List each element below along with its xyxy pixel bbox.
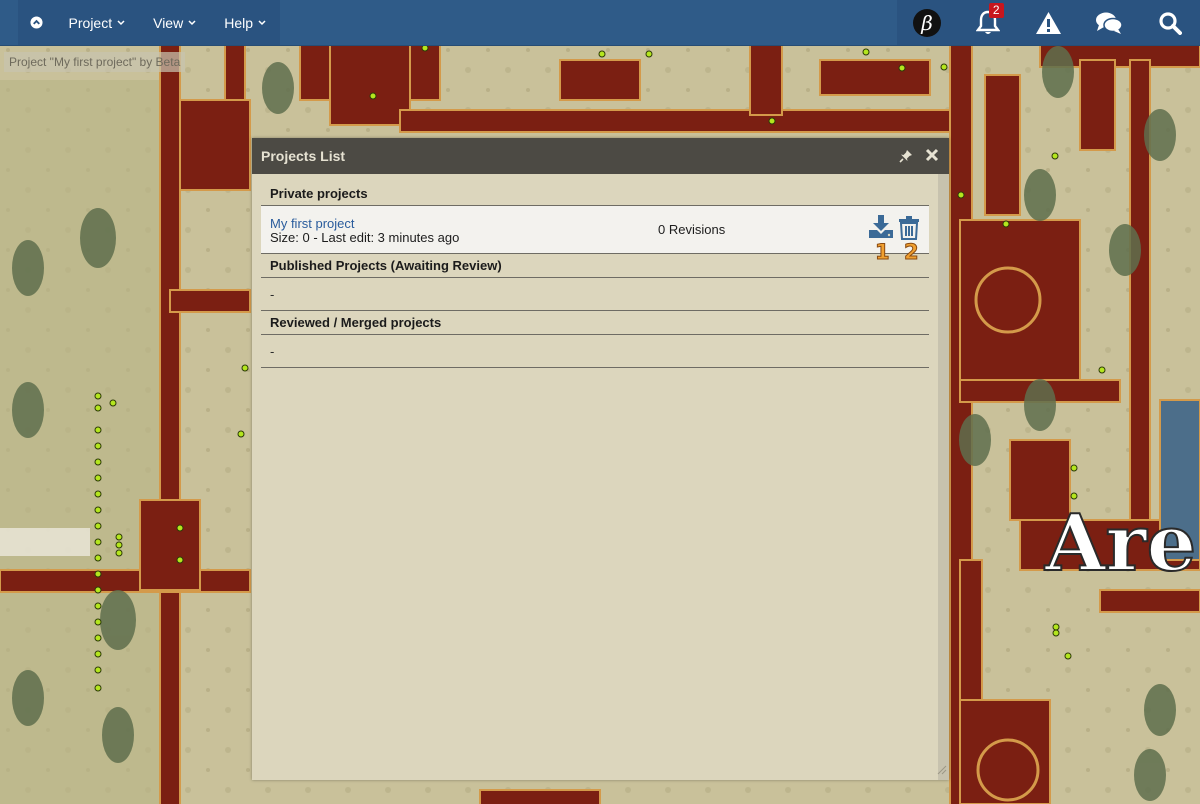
map-area-label: Are xyxy=(1044,498,1196,589)
top-navbar: Project View Help β 2 xyxy=(0,0,1200,46)
section-reviewed-projects: Reviewed / Merged projects xyxy=(261,311,929,335)
project-meta: Size: 0 - Last edit: 3 minutes ago xyxy=(270,230,460,245)
annotation-label-1: 1 xyxy=(875,240,891,265)
dialog-scrollbar[interactable] xyxy=(938,174,949,780)
search-icon xyxy=(1159,11,1182,35)
notification-badge: 2 xyxy=(988,3,1004,18)
section-private-projects: Private projects xyxy=(261,174,929,206)
chevron-down-icon xyxy=(258,19,266,25)
main-menu: Project View Help xyxy=(18,0,280,45)
chat-button[interactable] xyxy=(1081,0,1137,45)
annotation-label-2: 2 xyxy=(904,240,920,265)
menu-help[interactable]: Help xyxy=(210,0,280,45)
projects-list-dialog: Projects List Private projects My first … xyxy=(252,138,949,780)
resize-handle[interactable] xyxy=(937,763,947,778)
download-project-button[interactable] xyxy=(868,215,894,242)
beta-button[interactable]: β xyxy=(899,0,955,45)
chat-icon xyxy=(1096,12,1123,34)
beta-icon: β xyxy=(913,8,942,37)
dialog-body: Private projects My first project Size: … xyxy=(261,174,929,368)
download-icon xyxy=(869,215,893,238)
project-watermark: Project "My first project" by Beta xyxy=(4,52,186,72)
dialog-header[interactable]: Projects List xyxy=(252,138,949,174)
trash-icon xyxy=(899,216,919,240)
notifications-button[interactable]: 2 xyxy=(960,0,1016,45)
menu-project-label: Project xyxy=(68,14,113,31)
nav-actions: β 2 xyxy=(897,0,1200,45)
close-icon xyxy=(925,148,939,162)
reviewed-empty: - xyxy=(261,335,929,368)
menu-view-label: View xyxy=(153,14,184,31)
pin-icon xyxy=(899,150,912,163)
menu-help-label: Help xyxy=(224,14,253,31)
chevron-up-circle-icon xyxy=(30,16,43,29)
project-row[interactable]: My first project Size: 0 - Last edit: 3 … xyxy=(261,206,929,265)
svg-text:β: β xyxy=(921,11,934,35)
dialog-title: Projects List xyxy=(261,148,346,164)
project-name-link[interactable]: My first project xyxy=(270,216,355,231)
resize-grip-icon xyxy=(937,765,947,775)
menu-project[interactable]: Project xyxy=(55,0,140,45)
pin-button[interactable] xyxy=(899,149,913,166)
published-empty: - xyxy=(261,278,929,311)
report-issue-button[interactable] xyxy=(1020,0,1076,45)
chevron-down-icon xyxy=(188,19,196,25)
section-published-projects: Published Projects (Awaiting Review) xyxy=(261,254,929,278)
chevron-down-icon xyxy=(117,19,125,25)
search-button[interactable] xyxy=(1142,0,1198,45)
menu-view[interactable]: View xyxy=(139,0,210,45)
delete-project-button[interactable] xyxy=(898,216,920,243)
collapse-menu-button[interactable] xyxy=(18,0,55,45)
project-revisions: 0 Revisions xyxy=(658,222,726,237)
close-button[interactable] xyxy=(925,148,939,165)
warning-icon xyxy=(1035,11,1061,34)
